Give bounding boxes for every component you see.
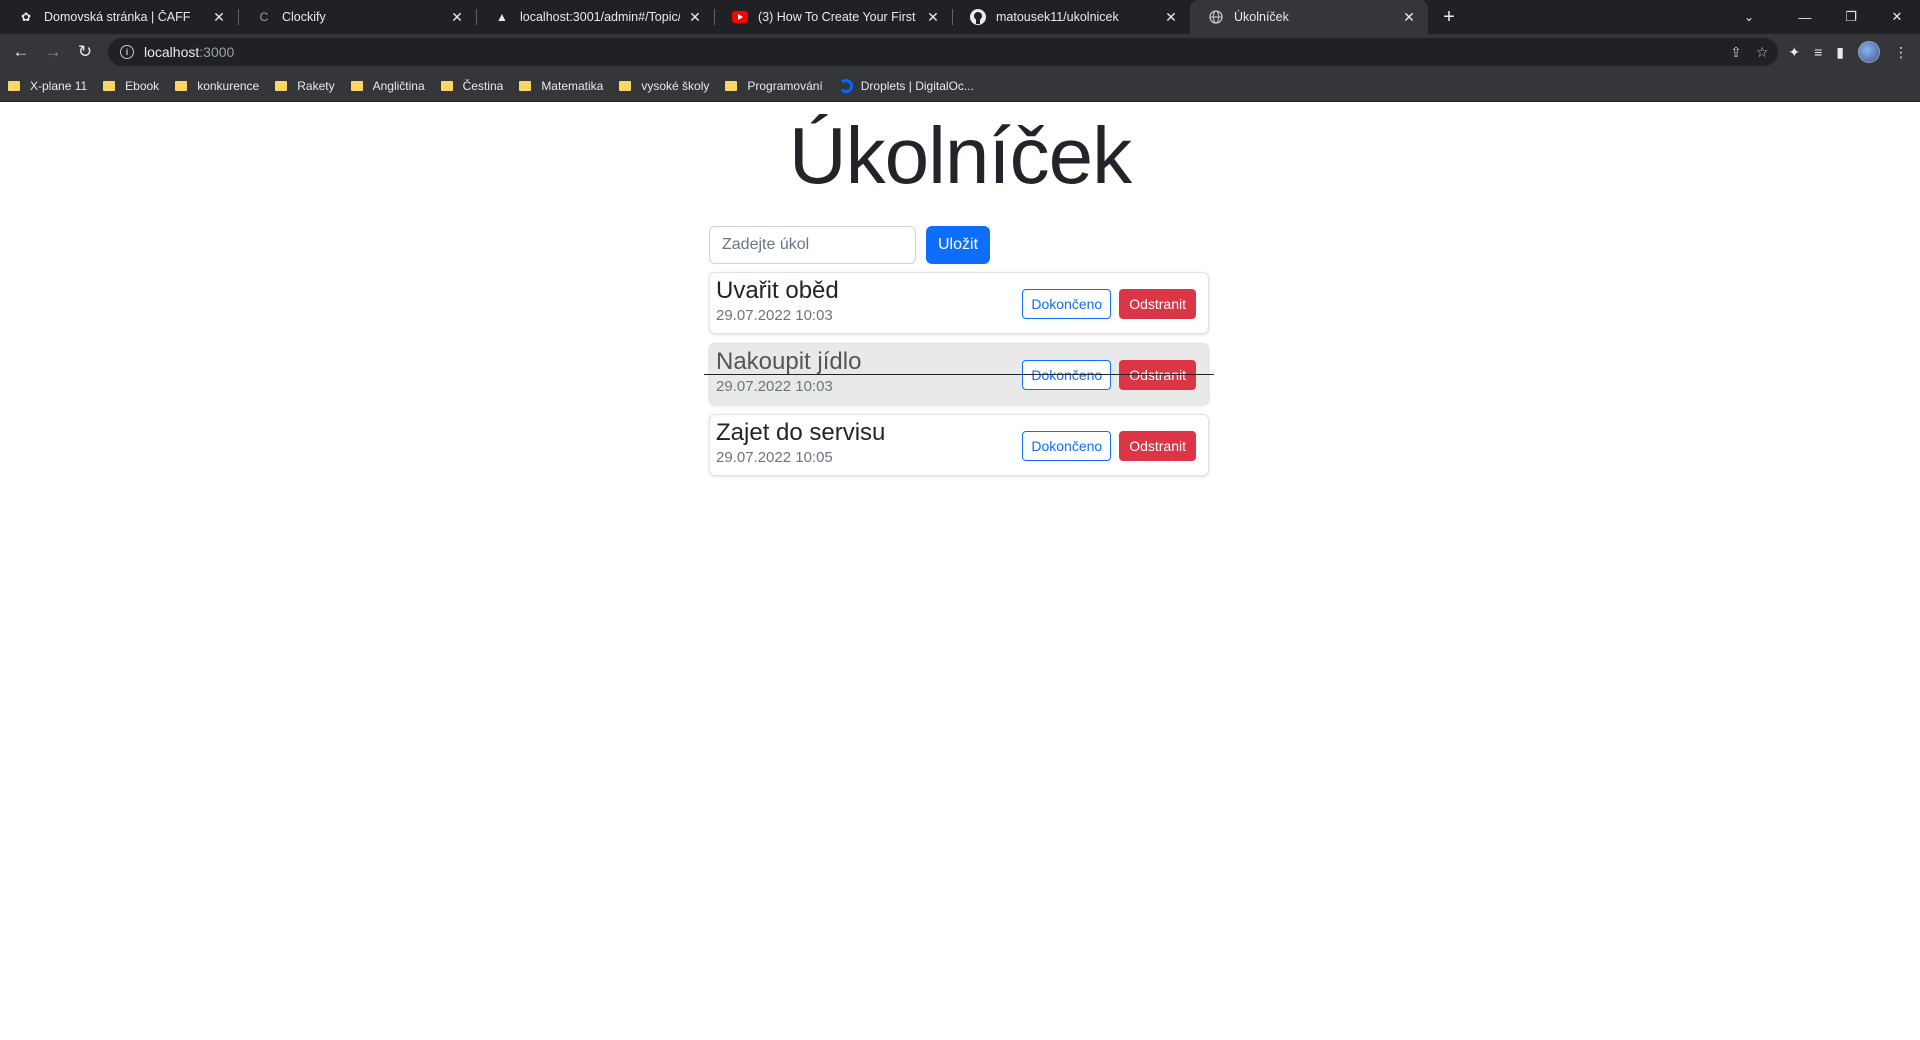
- folder-icon: [350, 80, 363, 91]
- address-port: :3000: [199, 44, 235, 60]
- page-content: Úkolníček Uložit Uvařit oběd 29.07.2022 …: [0, 102, 1920, 1040]
- bookmark-star-icon[interactable]: ☆: [1756, 44, 1769, 61]
- bookmark-label: X-plane 11: [30, 78, 88, 93]
- address-bar[interactable]: i localhost:3000 ⇪ ☆: [108, 38, 1779, 66]
- close-icon[interactable]: ✕: [210, 8, 228, 26]
- close-icon[interactable]: ✕: [448, 8, 466, 26]
- folder-icon: [175, 80, 188, 91]
- bookmark-item[interactable]: Matematika: [519, 79, 603, 93]
- folder-icon: [103, 80, 116, 91]
- restore-icon[interactable]: ❐: [1828, 0, 1874, 34]
- bookmark-label: Ebook: [125, 78, 160, 93]
- minimize-icon[interactable]: —: [1782, 0, 1828, 34]
- browser-tab[interactable]: matousek11/ukolnicek ✕: [952, 0, 1190, 34]
- bookmark-item[interactable]: Rakety: [275, 78, 335, 93]
- folder-icon: [725, 80, 738, 91]
- close-icon[interactable]: ✕: [924, 8, 942, 26]
- browser-tab-strip: ✿ Domovská stránka | ČAFF ✕ C Clockify ✕…: [0, 0, 1920, 34]
- window-controls: — ❐ ✕: [1782, 0, 1920, 34]
- reload-icon[interactable]: ↻: [70, 37, 100, 67]
- extensions-icon[interactable]: ✦: [1788, 44, 1800, 61]
- tab-title: localhost:3001/admin#/Topic/56: [520, 10, 680, 24]
- task-card: Zajet do servisu 29.07.2022 10:05 Dokonč…: [709, 414, 1209, 476]
- complete-button[interactable]: Dokončeno: [1022, 431, 1112, 461]
- browser-tab[interactable]: (3) How To Create Your First Gam ✕: [714, 0, 952, 34]
- folder-icon: [8, 80, 20, 91]
- bookmark-label: Angličtina: [372, 78, 425, 93]
- tab-search-icon[interactable]: ⌄: [1732, 0, 1766, 34]
- menu-icon[interactable]: ⋮: [1894, 44, 1908, 61]
- task-input[interactable]: [709, 226, 916, 264]
- bookmark-item[interactable]: konkurence: [175, 79, 259, 93]
- bookmark-item[interactable]: Čestina: [440, 78, 504, 93]
- media-icon[interactable]: ≡: [1814, 44, 1822, 60]
- side-panel-icon[interactable]: ▮: [1836, 44, 1844, 61]
- bookmark-item[interactable]: Programování: [725, 78, 823, 93]
- tab-title: matousek11/ukolnicek: [996, 10, 1119, 24]
- complete-button[interactable]: Dokončeno: [1022, 289, 1112, 319]
- share-icon[interactable]: ⇪: [1730, 44, 1742, 61]
- site-info-icon[interactable]: i: [120, 45, 134, 59]
- remove-button[interactable]: Odstranit: [1119, 431, 1196, 461]
- bookmark-item[interactable]: Droplets | DigitalOc...: [838, 78, 974, 93]
- profile-avatar[interactable]: [1858, 41, 1880, 63]
- folder-icon: [275, 80, 288, 91]
- task-card-completed: Nakoupit jídlo 29.07.2022 10:03 Dokončen…: [704, 343, 1214, 405]
- new-tab-button[interactable]: +: [1432, 0, 1466, 34]
- youtube-icon: [732, 9, 748, 25]
- browser-tab[interactable]: ✿ Domovská stránka | ČAFF ✕: [0, 0, 238, 34]
- remove-button[interactable]: Odstranit: [1119, 289, 1196, 319]
- bookmark-item[interactable]: vysoké školy: [619, 79, 709, 93]
- forward-icon[interactable]: →: [38, 37, 68, 67]
- triangle-icon: ▲: [496, 10, 508, 24]
- tab-title: Úkolníček: [1234, 10, 1289, 24]
- tab-title: Domovská stránka | ČAFF: [44, 10, 191, 24]
- browser-tab-active[interactable]: Úkolníček ✕: [1190, 0, 1428, 34]
- bookmark-item[interactable]: Angličtina: [350, 78, 425, 93]
- bookmark-label: Čestina: [462, 78, 504, 93]
- tab-title: Clockify: [282, 10, 326, 24]
- bookmark-item[interactable]: Ebook: [103, 79, 159, 93]
- close-icon[interactable]: ✕: [1162, 8, 1180, 26]
- github-icon: [970, 9, 986, 25]
- address-host: localhost: [144, 44, 200, 60]
- folder-icon: [519, 80, 532, 91]
- bookmarks-bar: X-plane 11 Ebook konkurence Rakety Angli…: [0, 70, 1920, 102]
- task-form: Uložit: [709, 226, 1209, 264]
- browser-tab[interactable]: C Clockify ✕: [238, 0, 476, 34]
- back-icon[interactable]: ←: [6, 37, 36, 67]
- folder-icon: [440, 80, 453, 91]
- bookmark-label: Droplets | DigitalOc...: [860, 78, 974, 93]
- bookmark-item[interactable]: X-plane 11: [8, 79, 87, 93]
- strikethrough-line: [704, 374, 1214, 375]
- folder-icon: [619, 80, 632, 91]
- clockify-icon: C: [259, 10, 269, 24]
- browser-toolbar: ← → ↻ i localhost:3000 ⇪ ☆ ✦ ≡ ▮ ⋮: [0, 34, 1920, 70]
- task-card: Uvařit oběd 29.07.2022 10:03 Dokončeno O…: [709, 272, 1209, 334]
- caff-icon: ✿: [20, 10, 32, 24]
- bookmark-label: Rakety: [297, 78, 335, 93]
- digitalocean-icon: [838, 78, 853, 93]
- close-icon[interactable]: ✕: [1400, 8, 1418, 26]
- page-title: Úkolníček: [788, 111, 1132, 200]
- globe-icon: [1208, 9, 1224, 25]
- save-button[interactable]: Uložit: [926, 226, 991, 264]
- bookmark-label: vysoké školy: [641, 78, 710, 93]
- tab-title: (3) How To Create Your First Gam: [758, 10, 918, 24]
- remove-button[interactable]: Odstranit: [1119, 360, 1196, 390]
- bookmark-label: konkurence: [197, 78, 260, 93]
- bookmark-label: Matematika: [541, 78, 604, 93]
- complete-button[interactable]: Dokončeno: [1022, 360, 1112, 390]
- todo-container: Uložit Uvařit oběd 29.07.2022 10:03 Doko…: [704, 226, 1214, 476]
- bookmark-label: Programování: [747, 78, 823, 93]
- window-close-icon[interactable]: ✕: [1874, 0, 1920, 34]
- close-icon[interactable]: ✕: [686, 8, 704, 26]
- browser-tab[interactable]: ▲ localhost:3001/admin#/Topic/56 ✕: [476, 0, 714, 34]
